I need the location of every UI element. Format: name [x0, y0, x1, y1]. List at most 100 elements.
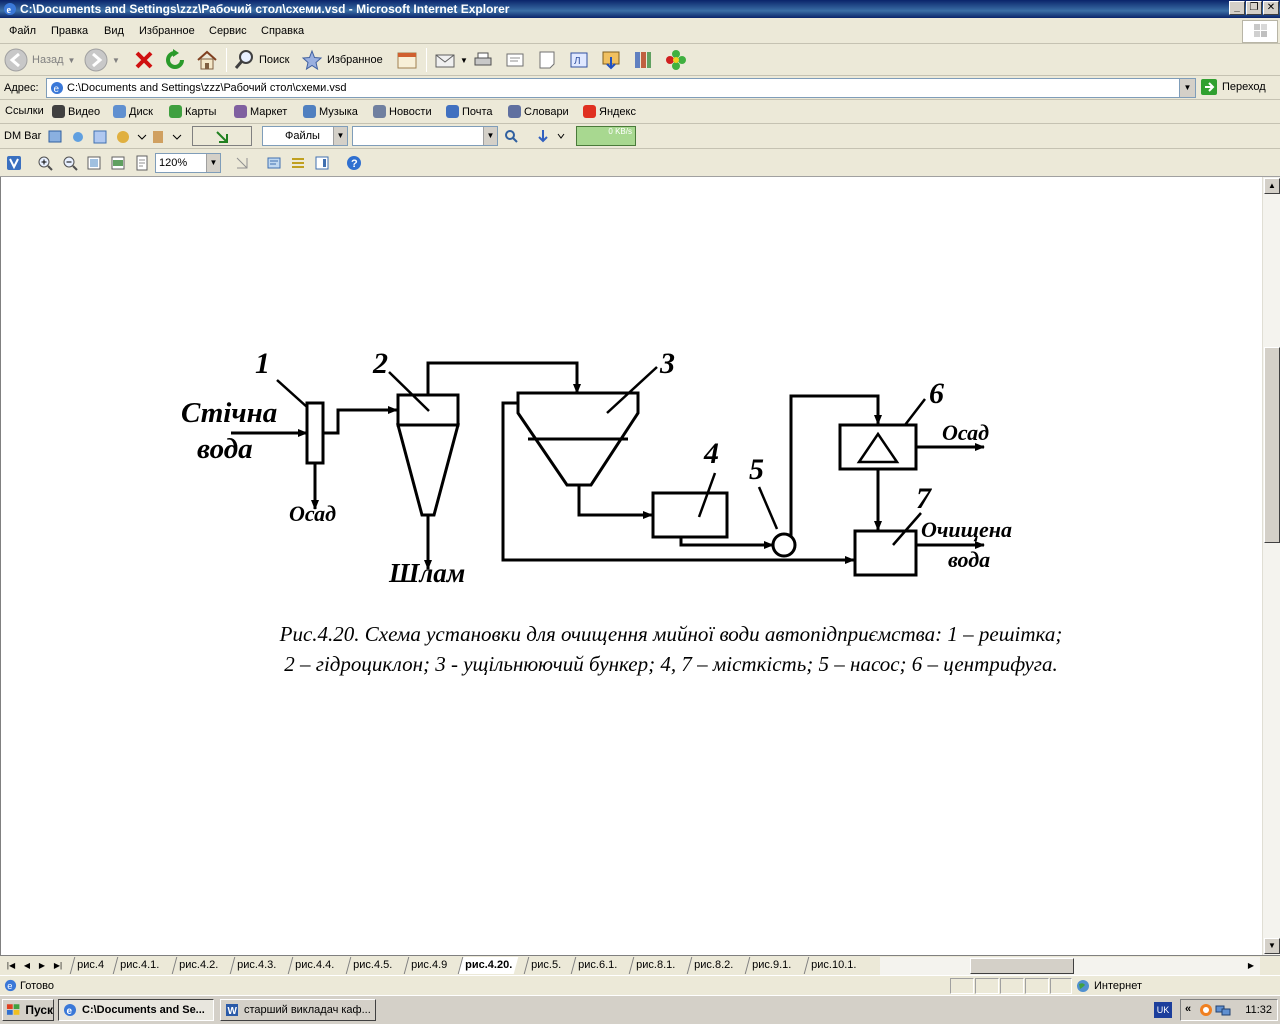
menu-favorites[interactable]: Избранное	[139, 25, 195, 37]
zoom-in-icon[interactable]	[37, 155, 53, 171]
tab-ris-4-9[interactable]: рис.4.9	[403, 957, 454, 974]
dm-files-select[interactable]: Файлы ▼	[262, 126, 348, 146]
help-icon[interactable]: ?	[346, 155, 362, 171]
research-button[interactable]	[632, 46, 654, 74]
tab-ris-4-3[interactable]: рис.4.3.	[229, 957, 283, 974]
fit-page-icon[interactable]	[86, 155, 102, 171]
search-button[interactable]: Поиск	[233, 46, 289, 74]
download-button[interactable]	[600, 46, 622, 74]
vertical-scrollbar[interactable]: ▲ ▼	[1262, 177, 1280, 955]
dm-download-icon[interactable]	[536, 129, 566, 143]
close-button[interactable]: ✕	[1263, 1, 1279, 15]
zoom-out-icon[interactable]	[62, 155, 78, 171]
network-icon[interactable]	[1215, 1003, 1231, 1017]
link-music[interactable]: Музыка	[303, 105, 358, 118]
print-button[interactable]	[472, 46, 494, 74]
menu-help[interactable]: Справка	[261, 25, 304, 37]
document-view[interactable]: 1 2 3 4 5 6 7 Стічна вода Осад Шлам Осад…	[0, 177, 1262, 955]
back-dropdown-icon[interactable]: ▼	[68, 56, 76, 65]
search-dropdown-icon[interactable]: ▼	[483, 127, 497, 145]
home-button[interactable]	[196, 46, 218, 74]
link-mail[interactable]: Почта	[446, 105, 493, 118]
horizontal-scrollbar[interactable]: ▶	[880, 957, 1260, 975]
zoom-dropdown-icon[interactable]: ▼	[206, 154, 220, 172]
link-disk[interactable]: Диск	[113, 105, 153, 118]
tab-ris-4-4[interactable]: рис.4.4.	[287, 957, 341, 974]
forward-dropdown-icon[interactable]: ▼	[112, 56, 120, 65]
tab-ris-6-1[interactable]: рис.6.1.	[570, 957, 624, 974]
go-button[interactable]: Переход	[1200, 78, 1266, 96]
vertical-scroll-thumb[interactable]	[1264, 347, 1280, 543]
tab-ris-4-1[interactable]: рис.4.1.	[112, 957, 166, 974]
start-button[interactable]: Пуск	[2, 999, 54, 1021]
discuss-button[interactable]	[536, 46, 558, 74]
favorites-button[interactable]: Избранное	[301, 46, 383, 74]
tab-ris-9-1[interactable]: рис.9.1.	[744, 957, 798, 974]
task-word[interactable]: W старший викладач каф...	[220, 999, 376, 1021]
link-maps[interactable]: Карты	[169, 105, 216, 118]
menu-view[interactable]: Вид	[104, 25, 124, 37]
icq-button[interactable]	[665, 46, 687, 74]
layers-icon[interactable]	[266, 155, 282, 171]
messenger-button[interactable]: Л	[568, 46, 590, 74]
tray-app-icon[interactable]	[1199, 1003, 1213, 1017]
task-ie[interactable]: e C:\Documents and Se...	[58, 999, 214, 1021]
tab-ris-8-2[interactable]: рис.8.2.	[686, 957, 740, 974]
pan-icon[interactable]	[234, 155, 250, 171]
link-dictionaries[interactable]: Словари	[508, 105, 569, 118]
address-dropdown-icon[interactable]: ▼	[1179, 79, 1195, 97]
scroll-up-button[interactable]: ▲	[1264, 178, 1280, 194]
link-yandex[interactable]: Яндекс	[583, 105, 636, 118]
tab-ris-8-1[interactable]: рис.8.1.	[628, 957, 682, 974]
dm-search-icon[interactable]	[504, 129, 518, 143]
link-news[interactable]: Новости	[373, 105, 432, 118]
files-dropdown-icon[interactable]: ▼	[333, 127, 347, 145]
minimize-button[interactable]: _	[1229, 1, 1245, 15]
refresh-button[interactable]	[164, 46, 186, 74]
mail-icon	[435, 54, 455, 68]
tab-ris-4-2[interactable]: рис.4.2.	[171, 957, 225, 974]
dmbar-label: DM Bar	[4, 130, 42, 142]
drawing-display-icon[interactable]	[314, 155, 330, 171]
link-market[interactable]: Маркет	[234, 105, 287, 118]
link-yandex-label: Яндекс	[599, 105, 636, 118]
restore-button[interactable]: ❐	[1246, 1, 1262, 15]
properties-icon[interactable]	[290, 155, 306, 171]
history-icon	[397, 52, 417, 69]
stop-button[interactable]	[134, 46, 154, 74]
mail-button[interactable]: ▼	[434, 46, 468, 74]
tab-ris-5[interactable]: рис.5.	[523, 957, 568, 974]
viewer-app-icon[interactable]	[6, 155, 22, 171]
next-tab-icon[interactable]: ▶	[35, 959, 49, 973]
mail-dropdown-icon[interactable]: ▼	[460, 56, 468, 65]
address-input[interactable]: e C:\Documents and Settings\zzz\Рабочий …	[46, 78, 1196, 98]
last-tab-icon[interactable]: ▶|	[51, 959, 65, 973]
tab-ris-4[interactable]: рис.4	[69, 957, 111, 974]
history-button[interactable]	[396, 46, 418, 74]
tab-ris-4-20[interactable]: рис.4.20.	[457, 957, 519, 974]
back-button[interactable]: Назад ▼	[4, 46, 75, 74]
dm-search-input[interactable]: ▼	[352, 126, 498, 146]
tab-ris-10-1[interactable]: рис.10.1.	[803, 957, 863, 974]
dm-tool-icons[interactable]	[48, 129, 188, 145]
tray-expand-icon[interactable]: «	[1185, 1003, 1191, 1015]
zoom-select[interactable]: 120% ▼	[155, 153, 221, 173]
language-indicator[interactable]: UK	[1154, 1002, 1172, 1018]
scroll-down-button[interactable]: ▼	[1264, 938, 1280, 954]
menu-edit[interactable]: Правка	[51, 25, 88, 37]
edit-button[interactable]	[504, 46, 526, 74]
horizontal-scroll-thumb[interactable]	[970, 958, 1074, 974]
dm-files-label: Файлы	[285, 130, 320, 142]
tab-ris-4-5[interactable]: рис.4.5.	[345, 957, 399, 974]
menu-tools[interactable]: Сервис	[209, 25, 247, 37]
actual-size-icon[interactable]	[134, 155, 150, 171]
first-tab-icon[interactable]: |◀	[4, 959, 18, 973]
dm-status-button[interactable]	[192, 126, 252, 146]
link-video[interactable]: Видео	[52, 105, 100, 118]
menu-file[interactable]: Файл	[9, 25, 36, 37]
forward-button[interactable]: ▼	[84, 46, 120, 74]
scroll-right-button[interactable]: ▶	[1244, 959, 1258, 973]
prev-tab-icon[interactable]: ◀	[20, 959, 34, 973]
fit-width-icon[interactable]	[110, 155, 126, 171]
zone-label: Интернет	[1094, 980, 1142, 992]
